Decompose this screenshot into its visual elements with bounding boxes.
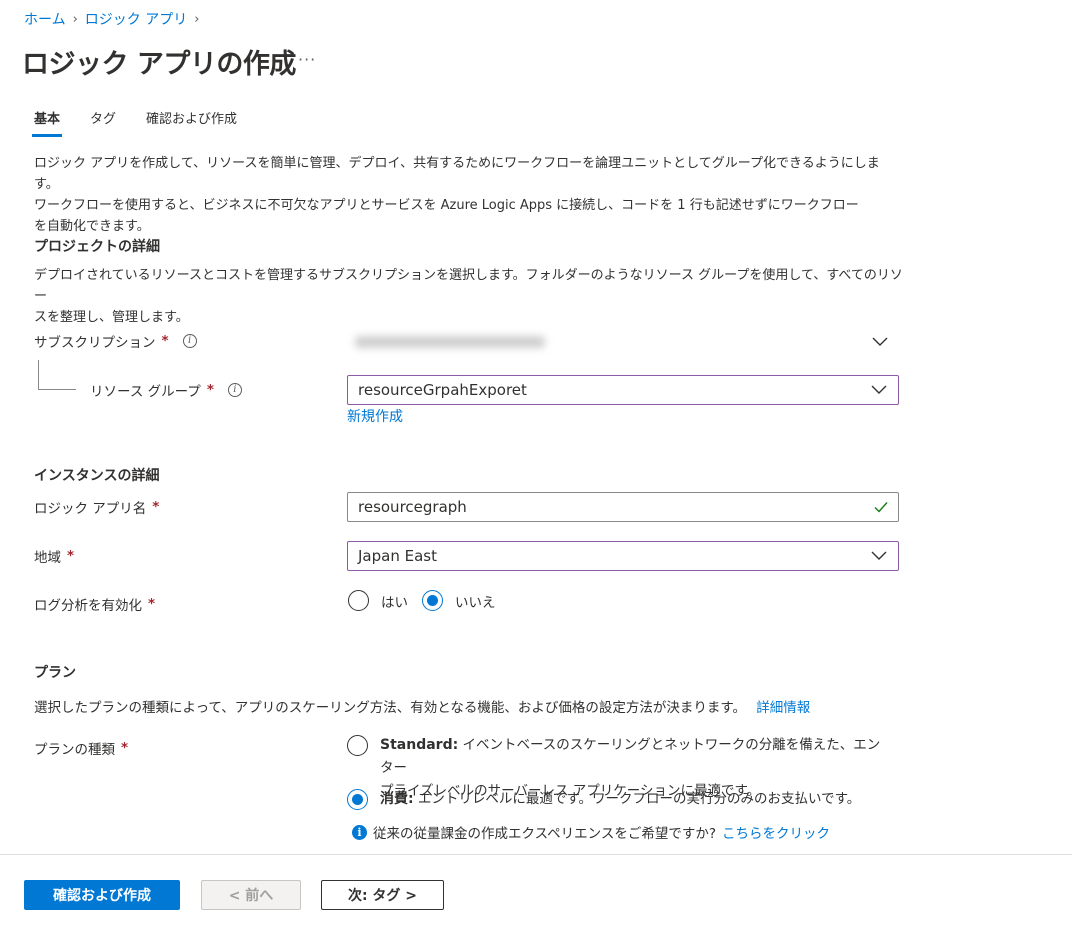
- subscription-label-text: サブスクリプション: [34, 335, 156, 351]
- required-mark: *: [67, 548, 75, 564]
- log-analytics-no-radio[interactable]: [422, 590, 443, 611]
- review-create-button[interactable]: 確認および作成: [24, 880, 180, 910]
- plan-consumption-desc: エントリレベルに最適です。ワークフローの実行分のみのお支払いです。: [417, 791, 861, 807]
- tab-tags[interactable]: タグ: [90, 108, 116, 137]
- resource-group-value: resourceGrpahExporet: [358, 381, 527, 399]
- resource-group-label: リソース グループ * i: [90, 380, 242, 400]
- required-mark: *: [152, 499, 160, 515]
- legacy-hint-text: 従来の従量課金の作成エクスペリエンスをご希望ですか?: [373, 826, 717, 842]
- tree-connector: [38, 389, 76, 390]
- redacted-subscription-value: [355, 336, 545, 348]
- create-new-resource-group-link[interactable]: 新規作成: [347, 406, 403, 426]
- required-mark: *: [206, 382, 214, 398]
- project-desc-line: スを整理し、管理します。: [34, 310, 189, 325]
- checkmark-icon: [874, 502, 888, 513]
- tree-connector: [38, 360, 39, 390]
- tab-review-create[interactable]: 確認および作成: [146, 108, 237, 137]
- logic-app-name-value: resourcegraph: [358, 498, 467, 516]
- plan-heading: プラン: [34, 665, 76, 681]
- required-mark: *: [121, 740, 129, 756]
- subscription-dropdown[interactable]: [347, 326, 899, 356]
- breadcrumb: ホーム › ロジック アプリ ›: [24, 9, 206, 29]
- chevron-down-icon: [871, 385, 887, 394]
- region-label-text: 地域: [34, 550, 61, 566]
- region-dropdown[interactable]: Japan East: [347, 541, 899, 571]
- chevron-right-icon: ›: [194, 11, 200, 27]
- log-analytics-label: ログ分析を有効化 *: [34, 594, 155, 614]
- required-mark: *: [161, 333, 169, 349]
- info-icon[interactable]: i: [227, 383, 242, 397]
- project-desc-line: デプロイされているリソースとコストを管理するサブスクリプションを選択します。フォ…: [34, 268, 903, 304]
- intro-line: ロジック アプリを作成して、リソースを簡単に管理、デプロイ、共有するためにワーク…: [34, 156, 880, 192]
- page-title: ロジック アプリの作成: [22, 49, 296, 80]
- project-details-description: デプロイされているリソースとコストを管理するサブスクリプションを選択します。フォ…: [34, 265, 904, 328]
- logic-app-name-label: ロジック アプリ名 *: [34, 497, 159, 517]
- intro-line: ワークフローを使用すると、ビジネスに不可欠なアプリとサービスを Azure Lo…: [34, 198, 859, 213]
- chevron-right-icon: ›: [72, 11, 78, 27]
- info-filled-icon: i: [352, 824, 367, 840]
- plan-consumption-radio[interactable]: [347, 789, 368, 810]
- intro-description: ロジック アプリを作成して、リソースを簡単に管理、デプロイ、共有するためにワーク…: [34, 153, 904, 237]
- plan-type-label-text: プランの種類: [34, 742, 115, 758]
- legacy-experience-hint: i 従来の従量課金の作成エクスペリエンスをご希望ですか? こちらをクリック: [352, 822, 830, 842]
- tab-basics[interactable]: 基本: [31, 108, 63, 137]
- learn-more-link[interactable]: 詳細情報: [756, 700, 810, 716]
- region-value: Japan East: [358, 547, 437, 565]
- more-options-icon[interactable]: ···: [298, 50, 316, 69]
- tab-bar: 基本 タグ 確認および作成: [31, 108, 267, 137]
- plan-option-consumption: 消費: エントリレベルに最適です。ワークフローの実行分のみのお支払いです。: [347, 788, 892, 811]
- info-icon[interactable]: i: [182, 334, 197, 348]
- instance-details-heading: インスタンスの詳細: [34, 468, 160, 484]
- plan-type-label: プランの種類 *: [34, 738, 128, 758]
- plan-description: 選択したプランの種類によって、アプリのスケーリング方法、有効となる機能、および価…: [34, 696, 810, 716]
- project-details-heading: プロジェクトの詳細: [34, 239, 160, 255]
- log-analytics-label-text: ログ分析を有効化: [34, 598, 142, 614]
- log-analytics-yes-radio[interactable]: [348, 590, 369, 611]
- subscription-label: サブスクリプション * i: [34, 331, 197, 351]
- click-here-link[interactable]: こちらをクリック: [722, 822, 830, 842]
- logic-app-name-label-text: ロジック アプリ名: [34, 501, 147, 517]
- resource-group-label-text: リソース グループ: [90, 384, 201, 400]
- breadcrumb-logic-apps[interactable]: ロジック アプリ: [85, 9, 187, 29]
- chevron-down-icon: [872, 337, 888, 346]
- plan-standard-name: Standard:: [380, 737, 459, 753]
- plan-consumption-text[interactable]: 消費: エントリレベルに最適です。ワークフローの実行分のみのお支払いです。: [380, 788, 860, 811]
- plan-consumption-name: 消費:: [380, 791, 414, 807]
- breadcrumb-home[interactable]: ホーム: [24, 9, 66, 29]
- log-analytics-yes-label[interactable]: はい: [381, 591, 408, 611]
- previous-button[interactable]: < 前へ: [201, 880, 301, 910]
- footer-divider: [0, 854, 1072, 855]
- log-analytics-no-label[interactable]: いいえ: [455, 591, 496, 611]
- logic-app-name-input[interactable]: resourcegraph: [347, 492, 899, 522]
- intro-line: を自動化できます。: [34, 219, 150, 234]
- plan-description-text: 選択したプランの種類によって、アプリのスケーリング方法、有効となる機能、および価…: [34, 700, 746, 716]
- log-analytics-radio-group: はい いいえ: [348, 590, 496, 611]
- resource-group-dropdown[interactable]: resourceGrpahExporet: [347, 375, 899, 405]
- plan-standard-radio[interactable]: [347, 735, 368, 756]
- chevron-down-icon: [871, 551, 887, 560]
- next-tags-button[interactable]: 次: タグ >: [321, 880, 444, 910]
- region-label: 地域 *: [34, 546, 74, 566]
- required-mark: *: [148, 596, 156, 612]
